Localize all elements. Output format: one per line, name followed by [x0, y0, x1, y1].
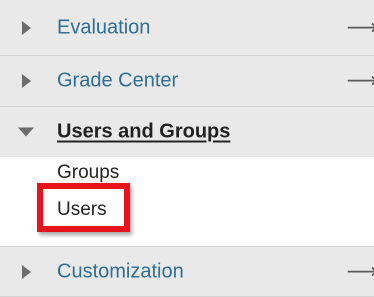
- arrow-right-icon[interactable]: ⟶: [346, 15, 374, 40]
- menu-item-label[interactable]: Users and Groups: [57, 121, 230, 144]
- menu-item-users-and-groups[interactable]: Users and Groups: [0, 107, 374, 157]
- menu-item-label[interactable]: Evaluation: [57, 16, 150, 39]
- menu-item-evaluation[interactable]: Evaluation ⟶: [0, 0, 374, 56]
- menu-item-label[interactable]: Grade Center: [57, 70, 178, 93]
- collapse-triangle-icon[interactable]: [18, 127, 34, 137]
- expand-triangle-icon[interactable]: [22, 74, 31, 88]
- menu-item-customization[interactable]: Customization ⟶: [0, 246, 374, 297]
- menu-item-grade-center[interactable]: Grade Center ⟶: [0, 56, 374, 107]
- arrow-right-icon[interactable]: ⟶: [346, 69, 374, 94]
- arrow-right-icon[interactable]: ⟶: [346, 259, 374, 284]
- submenu-item-groups[interactable]: Groups: [57, 162, 119, 184]
- menu-item-label[interactable]: Customization: [57, 260, 184, 283]
- expand-triangle-icon[interactable]: [22, 20, 31, 35]
- expand-triangle-icon[interactable]: [22, 264, 31, 279]
- highlight-box: [37, 183, 130, 232]
